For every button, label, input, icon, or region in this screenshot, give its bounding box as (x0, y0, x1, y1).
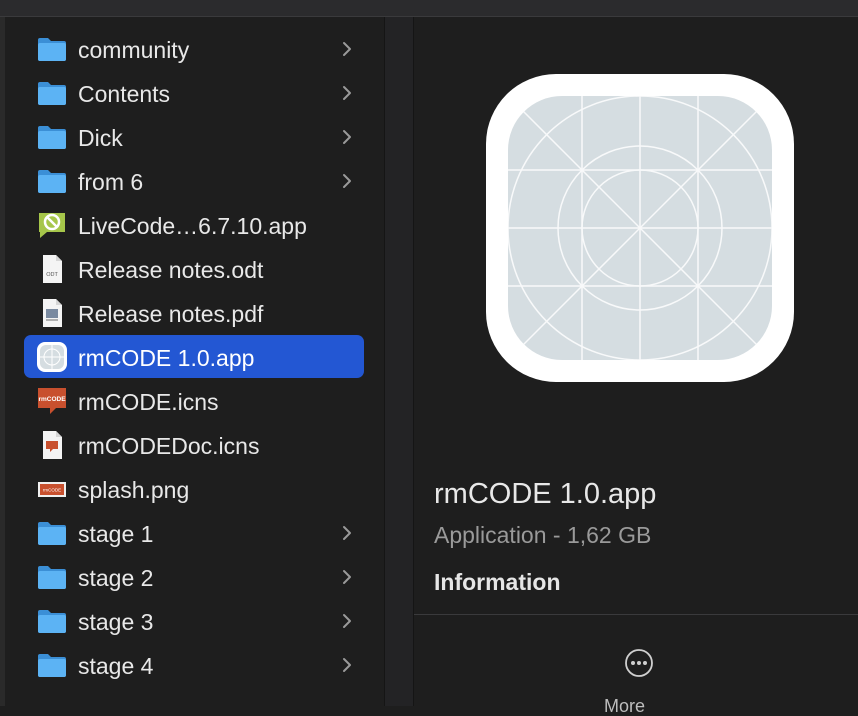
file-row[interactable]: rmCODE splash.png (0, 467, 384, 511)
file-name-label: Release notes.pdf (78, 301, 264, 327)
rmcode-icns-icon: rmCODE (36, 385, 68, 417)
window-top-bar (0, 0, 858, 17)
folder-icon (36, 517, 68, 549)
file-list: community Contents Dick from 6 LiveCode…… (0, 27, 384, 687)
file-row[interactable]: rmCODEDoc.icns (0, 423, 384, 467)
chevron-right-icon[interactable] (340, 524, 354, 542)
file-name-label: stage 4 (78, 653, 154, 679)
file-row[interactable]: ODT Release notes.odt (0, 247, 384, 291)
chevron-right-icon[interactable] (340, 656, 354, 674)
svg-text:ODT: ODT (46, 272, 58, 278)
file-name-label: Release notes.odt (78, 257, 264, 283)
file-name-label: LiveCode…6.7.10.app (78, 213, 307, 239)
folder-icon (36, 77, 68, 109)
preview-file-kind: Application - 1,62 GB (434, 522, 652, 548)
file-row-selected[interactable]: rmCODE 1.0.app (0, 335, 384, 379)
preview-file-name: rmCODE 1.0.app (434, 478, 657, 510)
svg-text:rmCODE: rmCODE (38, 396, 66, 403)
file-name-label: Dick (78, 125, 123, 151)
chevron-right-icon[interactable] (340, 612, 354, 630)
svg-text:rmCODE: rmCODE (43, 488, 61, 493)
more-ellipsis-icon[interactable] (624, 648, 654, 678)
pdf-document-icon (36, 297, 68, 329)
chevron-right-icon[interactable] (340, 172, 354, 190)
file-name-label: stage 3 (78, 609, 154, 635)
folder-icon (36, 33, 68, 65)
folder-icon (36, 649, 68, 681)
image-file-icon: rmCODE (36, 473, 68, 505)
file-name-label: stage 2 (78, 565, 154, 591)
folder-icon (36, 561, 68, 593)
folder-icon (36, 605, 68, 637)
file-name-label: community (78, 37, 190, 63)
file-name-label: Contents (78, 81, 171, 107)
file-name-label: rmCODE 1.0.app (78, 345, 255, 371)
file-row[interactable]: Dick (0, 115, 384, 159)
file-row[interactable]: stage 4 (0, 643, 384, 687)
file-row[interactable]: LiveCode…6.7.10.app (0, 203, 384, 247)
generic-app-icon-preview (486, 74, 794, 382)
file-name-label: rmCODE.icns (78, 389, 219, 415)
file-name-label: rmCODEDoc.icns (78, 433, 260, 459)
livecode-app-icon (36, 209, 68, 241)
odt-document-icon: ODT (36, 253, 68, 285)
file-row[interactable]: stage 1 (0, 511, 384, 555)
chevron-right-icon[interactable] (340, 128, 354, 146)
chevron-right-icon[interactable] (340, 568, 354, 586)
column-divider[interactable] (384, 17, 414, 706)
chevron-right-icon[interactable] (340, 40, 354, 58)
more-button-label[interactable]: More (604, 696, 645, 716)
generic-app-icon (36, 341, 68, 373)
file-name-label: stage 1 (78, 521, 154, 547)
file-row[interactable]: rmCODE rmCODE.icns (0, 379, 384, 423)
file-row[interactable]: stage 3 (0, 599, 384, 643)
folder-icon (36, 121, 68, 153)
file-row[interactable]: stage 2 (0, 555, 384, 599)
file-name-label: splash.png (78, 477, 190, 503)
file-row[interactable]: Contents (0, 71, 384, 115)
folder-icon (36, 165, 68, 197)
file-row[interactable]: Release notes.pdf (0, 291, 384, 335)
chevron-right-icon[interactable] (340, 84, 354, 102)
information-heading[interactable]: Information (434, 568, 561, 596)
file-row[interactable]: community (0, 27, 384, 71)
rmcode-document-icon (36, 429, 68, 461)
file-name-label: from 6 (78, 169, 144, 195)
information-separator (414, 614, 858, 615)
file-row[interactable]: from 6 (0, 159, 384, 203)
